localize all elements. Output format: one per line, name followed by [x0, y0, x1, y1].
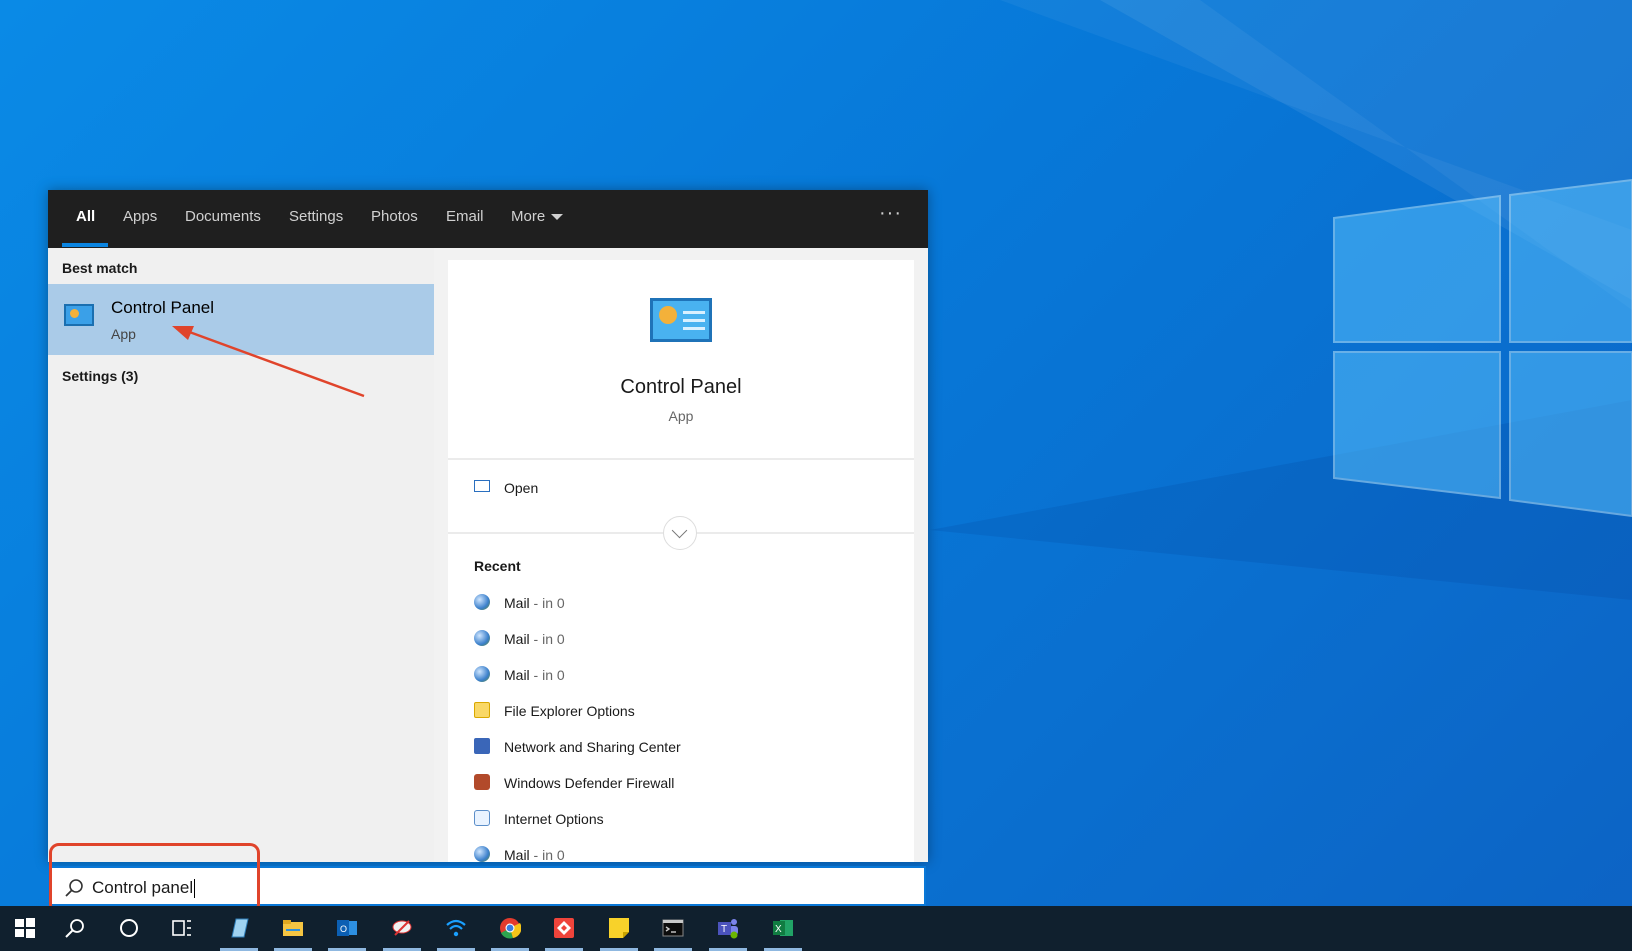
control-panel-large-icon	[650, 298, 712, 342]
teams-icon: T	[718, 919, 738, 939]
taskbar-outlook[interactable]: O	[322, 906, 372, 951]
taskbar-excel[interactable]: X	[758, 906, 808, 951]
taskbar-anydesk[interactable]	[539, 906, 589, 951]
taskbar-notepad[interactable]	[214, 906, 264, 951]
cortana-icon	[120, 919, 138, 937]
recent-item[interactable]: Mail - in 0	[474, 666, 565, 684]
tab-all[interactable]: All	[76, 208, 95, 225]
task-view-button[interactable]	[157, 906, 207, 951]
tab-settings[interactable]: Settings	[289, 208, 343, 225]
settings-group-heading[interactable]: Settings (3)	[62, 368, 138, 384]
taskbar-search-button[interactable]	[50, 906, 100, 951]
taskbar-terminal[interactable]	[648, 906, 698, 951]
search-icon	[65, 879, 83, 897]
result-type: App	[111, 326, 136, 342]
svg-text:O: O	[340, 924, 347, 934]
recent-item[interactable]: Network and Sharing Center	[474, 738, 681, 756]
firewall-icon	[474, 774, 490, 791]
result-title: Control Panel	[111, 298, 215, 317]
taskbar-chrome[interactable]	[485, 906, 535, 951]
chrome-icon	[500, 918, 521, 939]
more-options-button[interactable]: ···	[879, 202, 902, 225]
excel-icon: X	[773, 920, 793, 936]
recent-item[interactable]: Mail - in 0	[474, 846, 565, 862]
result-preview: Control Panel App Open Recent Mail - in …	[448, 260, 914, 862]
open-label: Open	[504, 480, 539, 496]
svg-text:X: X	[775, 924, 782, 935]
search-query: Control panel	[92, 878, 196, 899]
taskbar-file-explorer[interactable]	[268, 906, 318, 951]
search-tab-bar: All Apps Documents Settings Photos Email…	[48, 190, 928, 248]
start-button[interactable]	[0, 906, 50, 951]
tab-documents[interactable]: Documents	[185, 208, 261, 225]
svg-text:T: T	[721, 924, 727, 935]
task-view-icon	[172, 920, 191, 936]
text-caret	[194, 879, 196, 899]
recent-item[interactable]: Mail - in 0	[474, 630, 565, 648]
tab-photos[interactable]: Photos	[371, 208, 418, 225]
recent-item[interactable]: Internet Options	[474, 810, 604, 828]
anydesk-icon	[554, 918, 574, 938]
tab-apps[interactable]: Apps	[123, 208, 157, 225]
recent-heading: Recent	[474, 558, 521, 574]
windows-logo	[1333, 178, 1632, 518]
internet-options-icon	[474, 810, 490, 827]
outlook-icon: O	[337, 920, 357, 936]
mail-globe-icon	[474, 594, 490, 611]
expand-chevron-button[interactable]	[663, 516, 697, 550]
search-icon	[65, 919, 84, 938]
recent-item[interactable]: File Explorer Options	[474, 702, 635, 720]
divider	[448, 458, 914, 460]
best-match-control-panel[interactable]: Control Panel App	[48, 284, 434, 355]
open-icon	[474, 480, 490, 493]
cortana-button[interactable]	[104, 906, 154, 951]
tab-more[interactable]: More	[511, 208, 564, 225]
taskbar-teams[interactable]: T	[703, 906, 753, 951]
recent-item[interactable]: Mail - in 0	[474, 594, 565, 612]
wifi-icon	[446, 919, 466, 937]
notepad-icon	[231, 918, 249, 938]
taskbar-snipping-tool[interactable]	[377, 906, 427, 951]
preview-subtitle: App	[668, 408, 694, 424]
taskbar: O T X	[0, 906, 1632, 951]
taskbar-sticky-notes[interactable]	[594, 906, 644, 951]
start-icon	[15, 918, 35, 938]
recent-item[interactable]: Windows Defender Firewall	[474, 774, 674, 792]
file-explorer-icon	[283, 920, 303, 936]
preview-title: Control Panel	[620, 376, 742, 398]
tab-email[interactable]: Email	[446, 208, 484, 225]
snipping-icon	[392, 920, 412, 936]
network-icon	[474, 738, 490, 755]
mail-globe-icon	[474, 630, 490, 647]
search-panel: All Apps Documents Settings Photos Email…	[48, 190, 928, 862]
terminal-icon	[662, 919, 684, 937]
best-match-heading: Best match	[62, 260, 138, 276]
folder-options-icon	[474, 702, 490, 719]
search-input[interactable]: Control panel	[48, 866, 926, 906]
results-list: Best match Control Panel App Settings (3…	[48, 248, 434, 862]
mail-globe-icon	[474, 846, 490, 862]
taskbar-network[interactable]	[431, 906, 481, 951]
open-action[interactable]: Open	[474, 480, 538, 496]
control-panel-icon	[64, 304, 94, 326]
mail-globe-icon	[474, 666, 490, 683]
tab-more-label: More	[511, 208, 546, 225]
sticky-notes-icon	[609, 918, 629, 938]
caret-down-icon	[551, 214, 564, 221]
active-tab-indicator	[62, 243, 108, 247]
